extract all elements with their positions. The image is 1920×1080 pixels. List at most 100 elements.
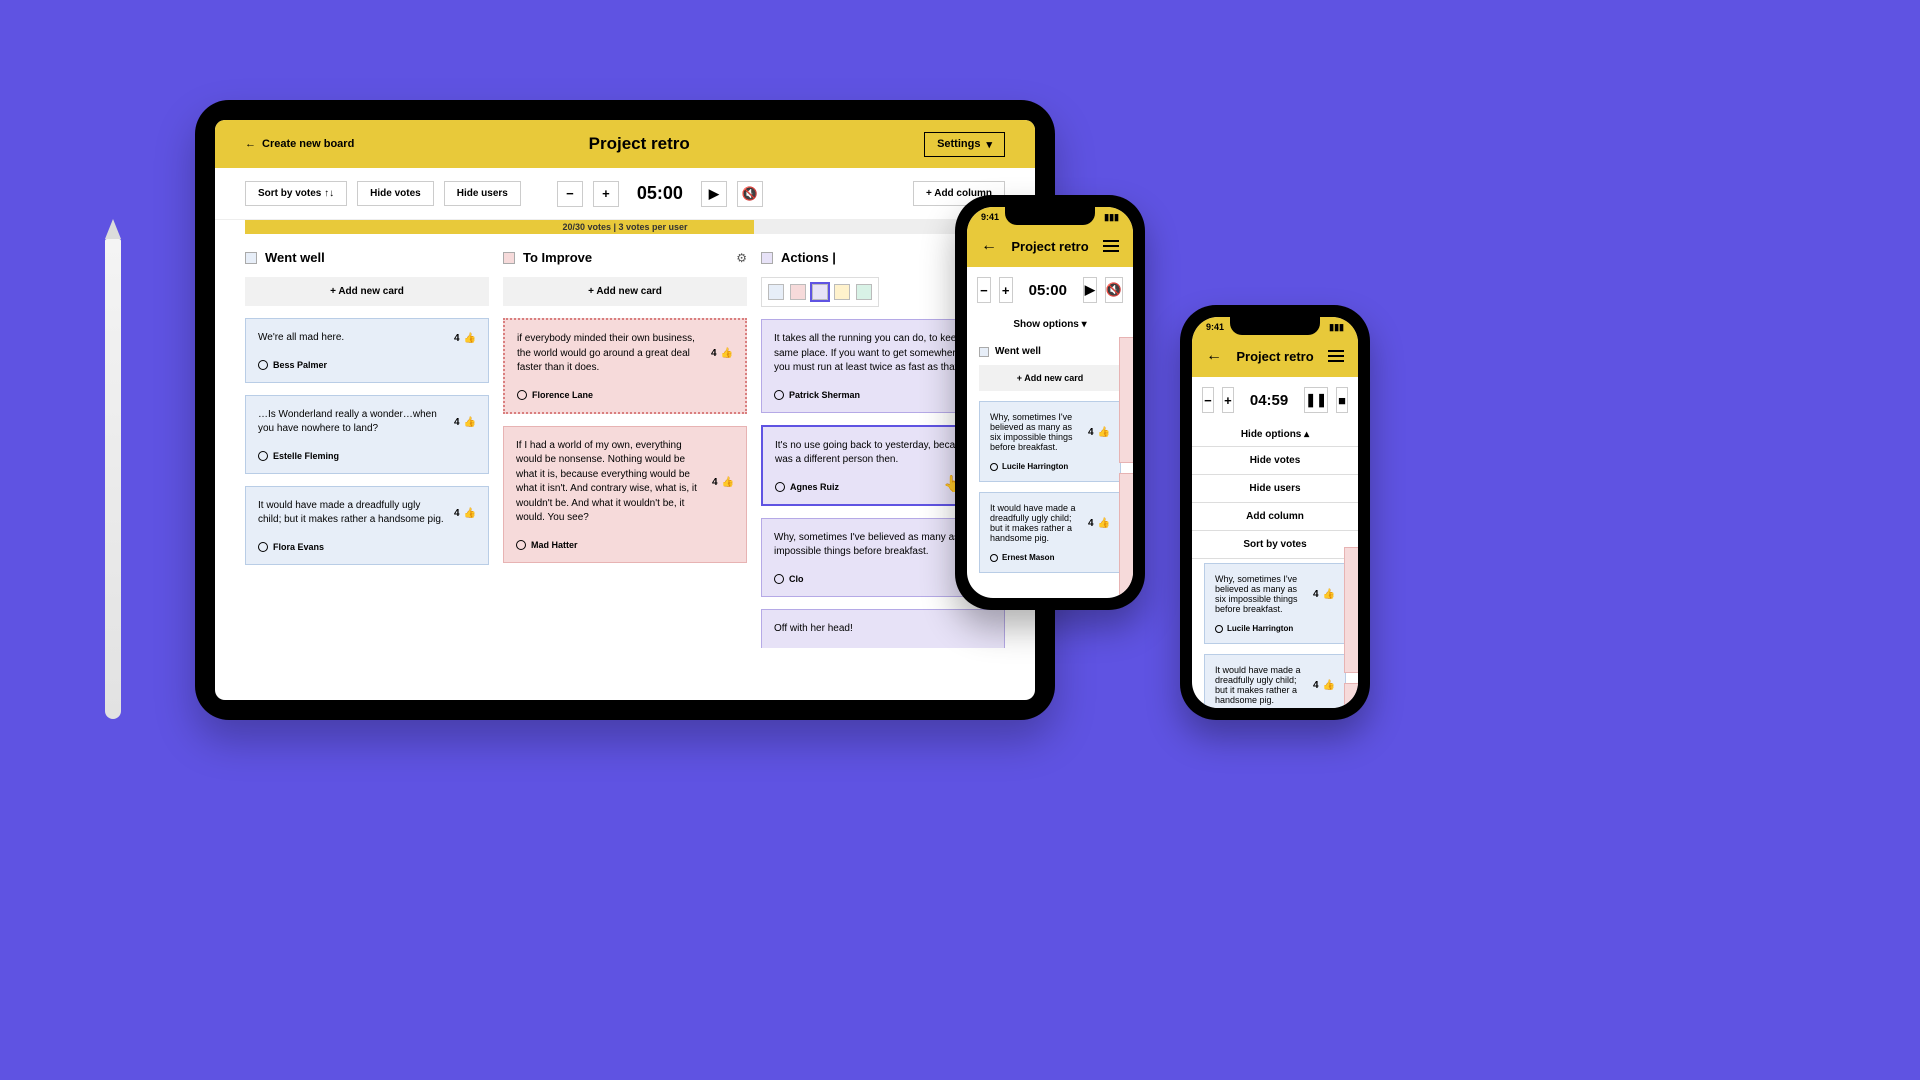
menu-icon[interactable] [1103, 240, 1119, 252]
create-board-link[interactable]: ← Create new board [245, 138, 354, 150]
control-bar: Sort by votes ↑↓ Hide votes Hide users −… [215, 168, 1035, 220]
card-text: …Is Wonderland really a wonder…when you … [258, 408, 444, 437]
add-card-button[interactable]: + Add new card [245, 277, 489, 306]
menu-add-column[interactable]: Add column [1192, 503, 1358, 531]
menu-icon[interactable] [1328, 350, 1344, 362]
avatar-icon [258, 360, 268, 370]
card-author: Bess Palmer [258, 360, 476, 370]
vote-count[interactable]: 4 👍 [454, 408, 476, 437]
phone-topbar: ← Project retro [967, 227, 1133, 267]
card[interactable]: It would have made a dreadfully ugly chi… [245, 486, 489, 565]
color-option-purple[interactable] [812, 284, 828, 300]
color-option-blue[interactable] [768, 284, 784, 300]
board-title: Project retro [1236, 349, 1313, 364]
chevron-down-icon: ▾ [986, 138, 992, 151]
back-link-label: Create new board [262, 138, 354, 150]
timer-minus-button[interactable]: − [557, 181, 583, 207]
vote-count[interactable]: 4 👍 [1088, 412, 1110, 452]
card-author: Agnes Ruiz [790, 482, 839, 492]
back-icon[interactable]: ← [1206, 347, 1222, 365]
gear-icon[interactable]: ⚙ [736, 251, 747, 265]
card-author: Lucile Harrington [1215, 624, 1335, 633]
chevron-down-icon: ▾ [1082, 319, 1087, 330]
status-time: 9:41 [1206, 322, 1224, 332]
adjacent-column-peek [1344, 547, 1358, 708]
timer-pause-button[interactable]: ❚❚ [1304, 387, 1328, 413]
card[interactable]: Why, sometimes I've believed as many as … [979, 401, 1121, 482]
card-text: It would have made a dreadfully ugly chi… [258, 499, 444, 528]
back-icon[interactable]: ← [981, 237, 997, 255]
timer-plus-button[interactable]: + [999, 277, 1013, 303]
card-text: Why, sometimes I've believed as many as … [1215, 574, 1305, 614]
card[interactable]: …Is Wonderland really a wonder…when you … [245, 395, 489, 474]
card[interactable]: We're all mad here. 4 👍 Bess Palmer [245, 318, 489, 383]
card[interactable]: It would have made a dreadfully ugly chi… [979, 492, 1121, 573]
thumb-up-icon: 👍 [464, 508, 476, 519]
menu-hide-users[interactable]: Hide users [1192, 475, 1358, 503]
card-author: Estelle Fleming [258, 451, 476, 461]
color-option-red[interactable] [790, 284, 806, 300]
color-option-yellow[interactable] [834, 284, 850, 300]
board-title: Project retro [589, 134, 690, 154]
card-text: if everybody minded their own business, … [517, 332, 701, 376]
arrow-left-icon: ← [245, 138, 256, 150]
card-text: We're all mad here. [258, 331, 344, 346]
vote-count[interactable]: 4 👍 [1313, 665, 1335, 705]
card[interactable]: Off with her head! [761, 609, 1005, 649]
timer-minus-button[interactable]: − [1202, 387, 1214, 413]
card[interactable]: if everybody minded their own business, … [503, 318, 747, 414]
show-options-toggle[interactable]: Show options ▾ [967, 313, 1133, 336]
timer-play-button[interactable]: ▶ [701, 181, 727, 207]
sort-by-votes-button[interactable]: Sort by votes ↑↓ [245, 181, 347, 206]
column-title-editing[interactable]: Actions | [781, 250, 836, 265]
hide-options-toggle[interactable]: Hide options ▴ [1192, 423, 1358, 446]
tablet-frame: ← Create new board Project retro Setting… [195, 100, 1055, 720]
menu-sort-by-votes[interactable]: Sort by votes [1192, 531, 1358, 559]
column-title: Went well [995, 346, 1041, 357]
color-swatch [503, 252, 515, 264]
progress-label: 20/30 votes | 3 votes per user [245, 220, 1005, 234]
phone-controls: − + 05:00 ▶ 🔇 [967, 267, 1133, 313]
vote-count[interactable]: 4 👍 [454, 331, 476, 346]
timer-play-button[interactable]: ▶ [1083, 277, 1097, 303]
phone-body: Went well + Add new card Why, sometimes … [967, 336, 1133, 598]
status-icons: ▮▮▮ [1104, 212, 1119, 223]
timer-minus-button[interactable]: − [977, 277, 991, 303]
settings-button[interactable]: Settings ▾ [924, 132, 1005, 157]
vote-count[interactable]: 4 👍 [1088, 503, 1110, 543]
column-went-well: Went well + Add new card We're all mad h… [245, 250, 489, 684]
card-author: Ernest Mason [990, 553, 1110, 562]
color-option-green[interactable] [856, 284, 872, 300]
card-text: It would have made a dreadfully ugly chi… [1215, 665, 1305, 705]
phone-body: Why, sometimes I've believed as many as … [1192, 559, 1358, 708]
color-picker [761, 277, 879, 307]
vote-count[interactable]: 4 👍 [454, 499, 476, 528]
thumb-up-icon: 👍 [722, 477, 734, 488]
card-author: Lucile Harrington [990, 462, 1110, 471]
timer-mute-button[interactable]: 🔇 [737, 181, 763, 207]
mute-icon: 🔇 [742, 186, 758, 202]
card[interactable]: It would have made a dreadfully ugly chi… [1204, 654, 1346, 708]
add-card-button[interactable]: + Add new card [979, 365, 1121, 391]
add-card-button[interactable]: + Add new card [503, 277, 747, 306]
timer-plus-button[interactable]: + [593, 181, 619, 207]
vote-count[interactable]: 4 👍 [712, 439, 734, 526]
card-author: Flora Evans [258, 542, 476, 552]
vote-count[interactable]: 4 👍 [711, 332, 733, 376]
status-icons: ▮▮▮ [1329, 322, 1344, 333]
card[interactable]: Why, sometimes I've believed as many as … [1204, 563, 1346, 644]
notch [1230, 317, 1320, 335]
adjacent-column-peek [1119, 337, 1133, 598]
timer-display: 04:59 [1250, 392, 1288, 409]
hide-votes-button[interactable]: Hide votes [357, 181, 434, 206]
card-text: Why, sometimes I've believed as many as … [990, 412, 1080, 452]
hide-users-button[interactable]: Hide users [444, 181, 521, 206]
timer-stop-button[interactable]: ■ [1336, 387, 1348, 413]
timer-mute-button[interactable]: 🔇 [1105, 277, 1123, 303]
menu-hide-votes[interactable]: Hide votes [1192, 447, 1358, 475]
card[interactable]: If I had a world of my own, everything w… [503, 426, 747, 563]
vote-count[interactable]: 4 👍 [1313, 574, 1335, 614]
card-author: Florence Lane [517, 390, 733, 400]
timer-plus-button[interactable]: + [1222, 387, 1234, 413]
chevron-up-icon: ▴ [1304, 429, 1309, 440]
